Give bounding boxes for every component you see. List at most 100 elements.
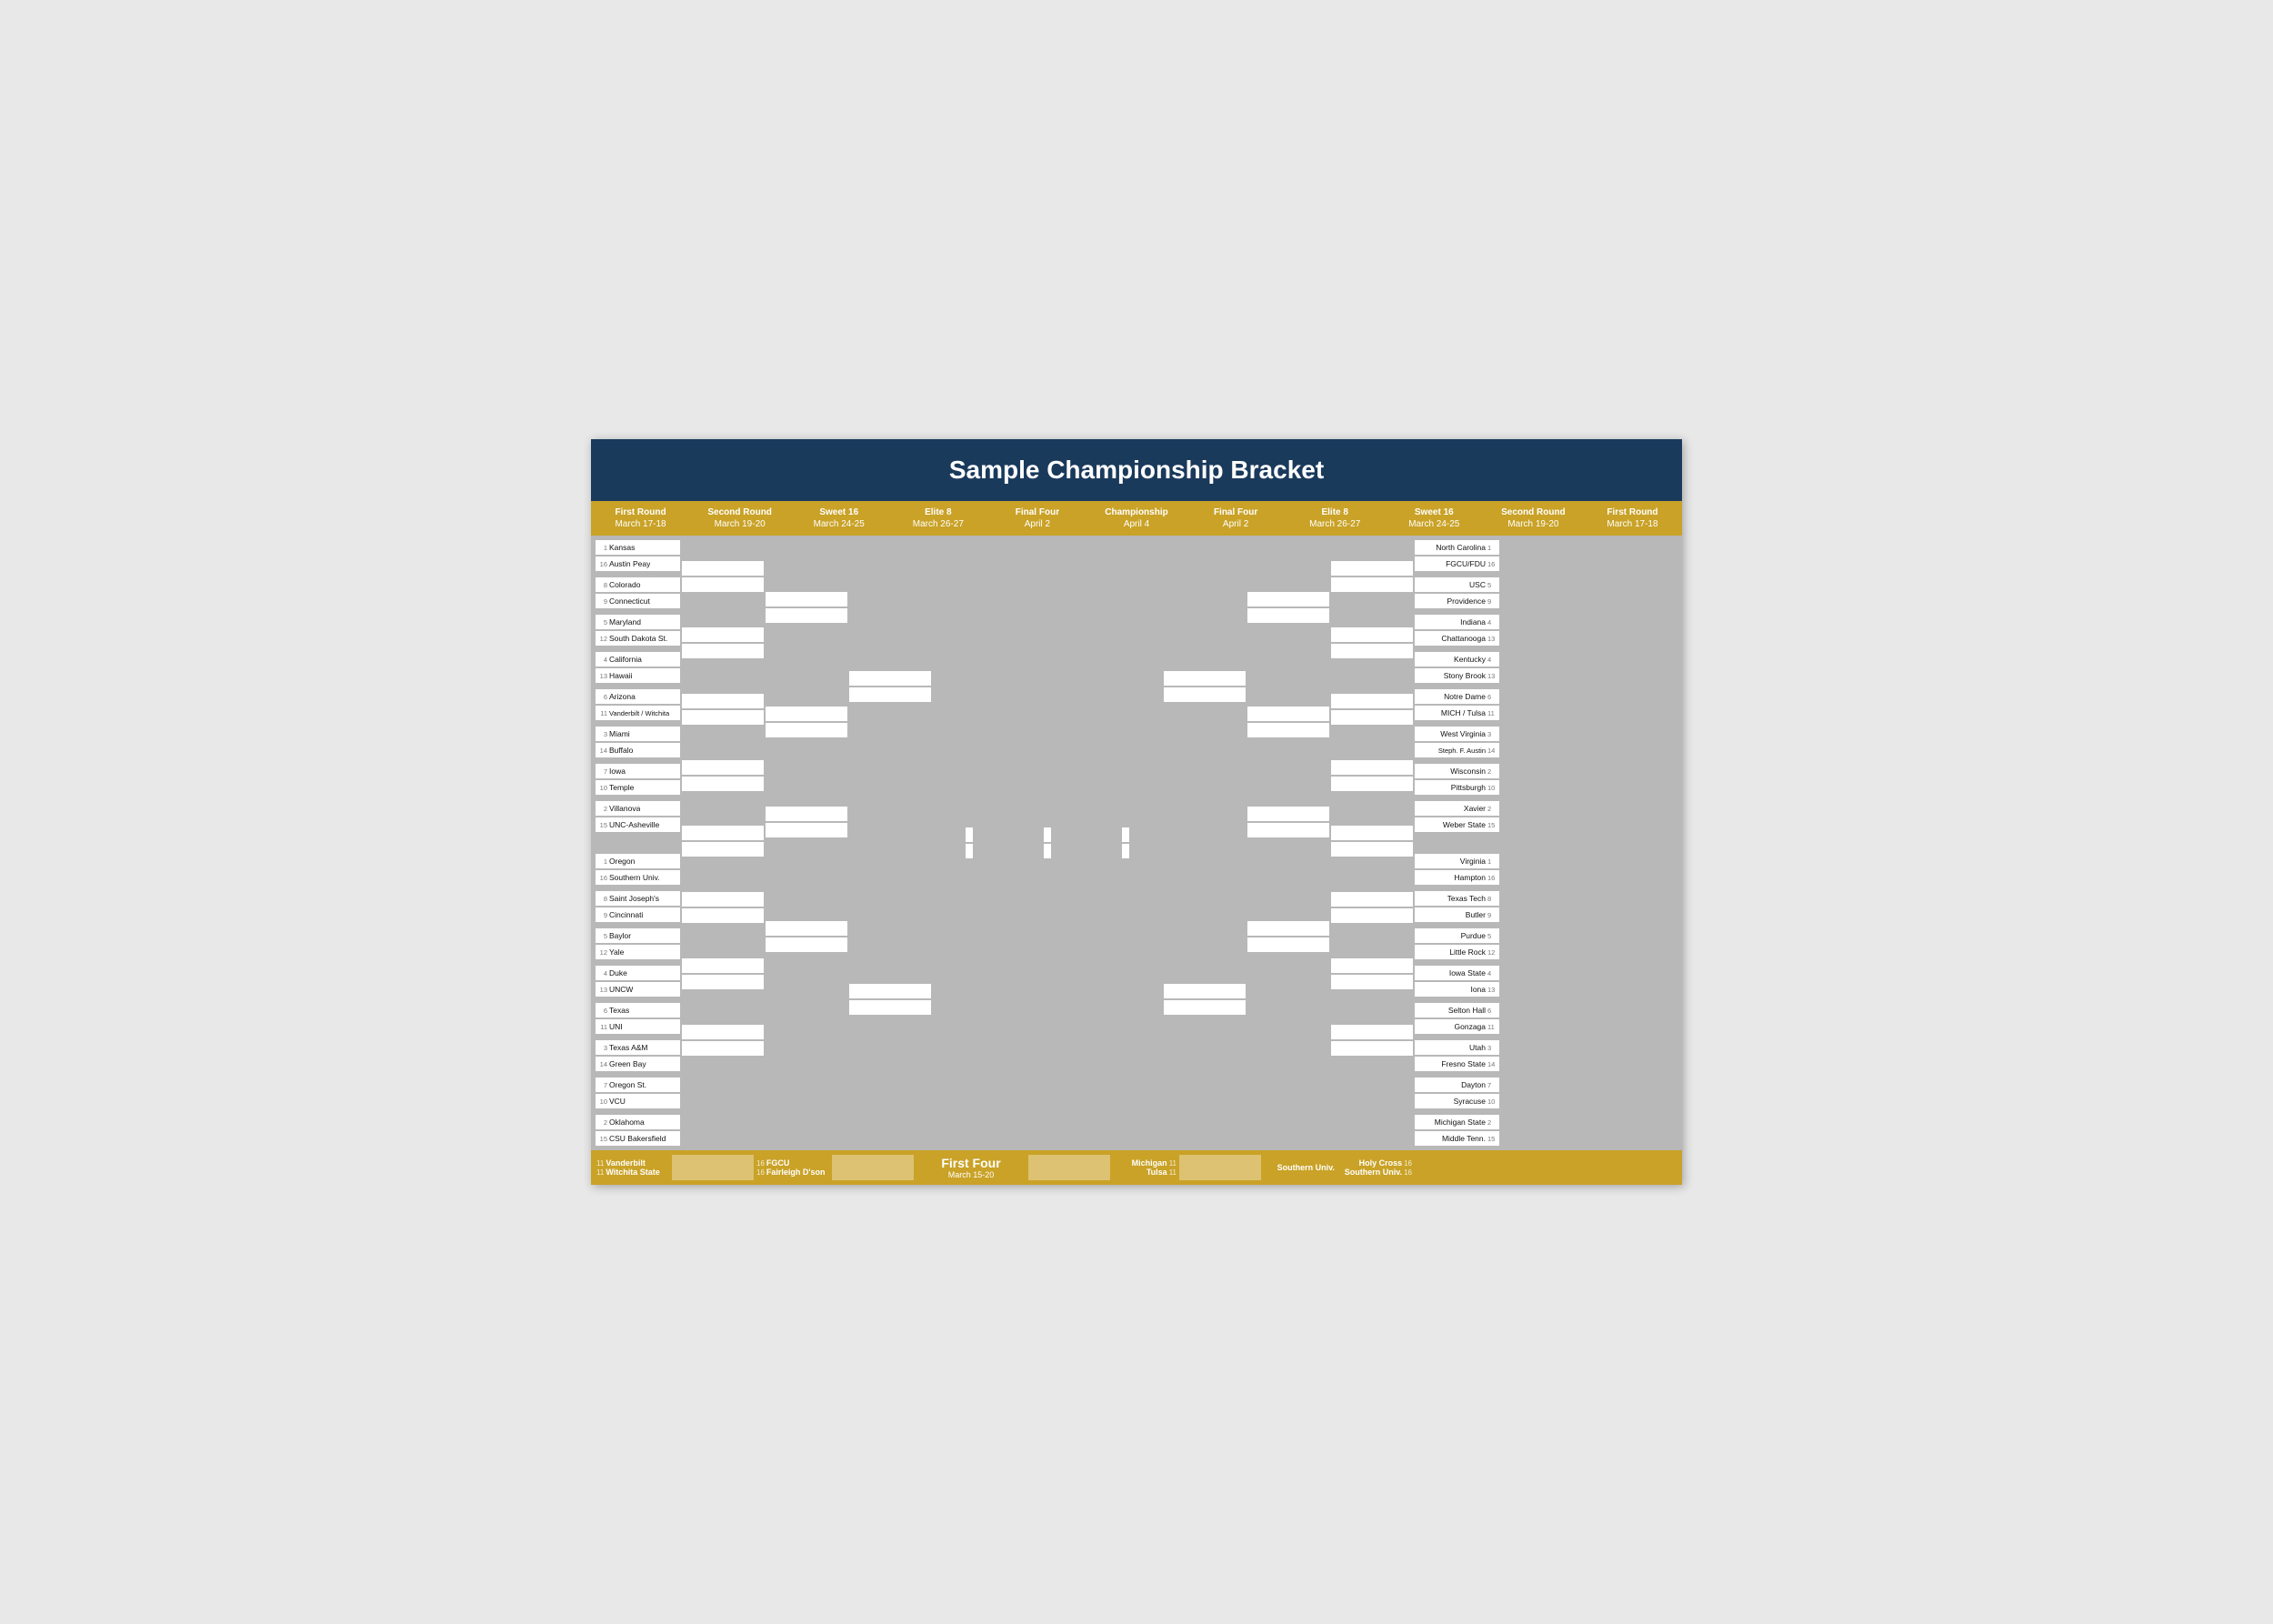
ff-seed-9: 16 bbox=[1404, 1159, 1412, 1168]
game-lr2-7 bbox=[682, 958, 764, 989]
game-l3: 5Maryland 12South Dakota St. bbox=[596, 615, 680, 646]
ff-team-1: Vanderbilt bbox=[606, 1158, 646, 1168]
game-rr1-15: Dayton7 Syracuse10 bbox=[1415, 1078, 1499, 1108]
right-r3 bbox=[1247, 539, 1330, 1147]
team-row: Indiana4 bbox=[1415, 615, 1499, 629]
team-row bbox=[1331, 842, 1413, 857]
team-row: 11Vanderbilt / Witchita bbox=[596, 706, 680, 720]
ff-right-teams-3: Holy Cross 16 Southern Univ. 16 bbox=[1339, 1158, 1412, 1177]
round-header-2: Second RoundMarch 19-20 bbox=[690, 501, 789, 536]
team-row bbox=[1331, 1025, 1413, 1039]
team-row bbox=[849, 984, 931, 998]
ff-box-4 bbox=[1179, 1155, 1261, 1180]
ff-center-label: First Four March 15-20 bbox=[916, 1156, 1026, 1179]
team-row bbox=[1044, 844, 1051, 858]
team-row: 7Oregon St. bbox=[596, 1078, 680, 1092]
team-row: 4California bbox=[596, 652, 680, 667]
round-header-3: Sweet 16March 24-25 bbox=[789, 501, 888, 536]
team-row bbox=[1331, 777, 1413, 791]
team-row: 8Colorado bbox=[596, 577, 680, 592]
team-row bbox=[1331, 892, 1413, 907]
team-row: Dayton7 bbox=[1415, 1078, 1499, 1092]
team-row: 13Hawaii bbox=[596, 668, 680, 683]
team-row bbox=[1331, 627, 1413, 642]
game-rr1-13: Selton Hall6 Gonzaga11 bbox=[1415, 1003, 1499, 1034]
team-row bbox=[1247, 921, 1329, 936]
team-row bbox=[1247, 823, 1329, 837]
game-rr2-5 bbox=[1331, 826, 1413, 857]
team-row: 7Iowa bbox=[596, 764, 680, 778]
round-header-5: Final FourApril 2 bbox=[987, 501, 1086, 536]
team-row bbox=[1331, 826, 1413, 840]
game-l10: 8Saint Joseph's 9Cincinnati bbox=[596, 891, 680, 922]
game-rr1-8: Xavier2 Weber State15 bbox=[1415, 801, 1499, 832]
team-row bbox=[682, 644, 764, 658]
game-rr1-1: North Carolina1 FGCU/FDU16 bbox=[1415, 540, 1499, 571]
game-l7: 7Iowa 10Temple bbox=[596, 764, 680, 795]
right-ff bbox=[1088, 539, 1163, 1147]
team-row: West Virginia3 bbox=[1415, 727, 1499, 741]
team-row: 14Buffalo bbox=[596, 743, 680, 757]
game-rr1-4: Kentucky4 Stony Brook13 bbox=[1415, 652, 1499, 683]
game-rr3-3 bbox=[1247, 807, 1329, 837]
team-row bbox=[1164, 984, 1246, 998]
team-row: Kentucky4 bbox=[1415, 652, 1499, 667]
team-row bbox=[766, 921, 847, 936]
team-row bbox=[1164, 1000, 1246, 1015]
team-row: 14Green Bay bbox=[596, 1057, 680, 1071]
game-l12: 4Duke 13UNCW bbox=[596, 966, 680, 997]
game-l5: 6Arizona 11Vanderbilt / Witchita bbox=[596, 689, 680, 720]
team-row: Virginia1 bbox=[1415, 854, 1499, 868]
team-row: Middle Tenn.15 bbox=[1415, 1131, 1499, 1146]
team-row: Fresno State14 bbox=[1415, 1057, 1499, 1071]
right-r2 bbox=[1330, 539, 1414, 1147]
game-lr2-1 bbox=[682, 561, 764, 592]
ff-team-3: FGCU bbox=[766, 1158, 790, 1168]
game-rr2-3 bbox=[1331, 694, 1413, 725]
game-rr2-7 bbox=[1331, 958, 1413, 989]
center-champ bbox=[1006, 539, 1088, 1147]
team-row: 12South Dakota St. bbox=[596, 631, 680, 646]
team-row bbox=[1247, 707, 1329, 721]
team-row bbox=[1331, 561, 1413, 576]
round-header-7: Final FourApril 2 bbox=[1187, 501, 1286, 536]
game-l6: 3Miami 14Buffalo bbox=[596, 727, 680, 757]
round-header-11: First RoundMarch 17-18 bbox=[1583, 501, 1682, 536]
game-rr1-9: Virginia1 Hampton16 bbox=[1415, 854, 1499, 885]
team-row bbox=[682, 577, 764, 592]
ff-team-9: Holy Cross bbox=[1359, 1158, 1403, 1168]
team-row: Utah3 bbox=[1415, 1040, 1499, 1055]
round-header-8: Elite 8March 26-27 bbox=[1286, 501, 1385, 536]
bracket-container: Sample Championship Bracket First RoundM… bbox=[591, 439, 1682, 1185]
team-row bbox=[1122, 827, 1129, 842]
team-row bbox=[682, 627, 764, 642]
team-row: 6Texas bbox=[596, 1003, 680, 1018]
ff-seed-1: 11 bbox=[596, 1159, 604, 1168]
right-r4 bbox=[1163, 539, 1247, 1147]
first-four-bar: 11 Vanderbilt 11 Witchita State 16 FGCU … bbox=[591, 1150, 1682, 1185]
ff-box-2 bbox=[832, 1155, 914, 1180]
team-row bbox=[766, 592, 847, 606]
team-row: Purdue5 bbox=[1415, 928, 1499, 943]
team-row: 3Texas A&M bbox=[596, 1040, 680, 1055]
team-row bbox=[682, 1041, 764, 1056]
ff-team-4: Fairleigh D'son bbox=[766, 1168, 826, 1177]
team-row: 12Yale bbox=[596, 945, 680, 959]
game-l4: 4California 13Hawaii bbox=[596, 652, 680, 683]
game-rr1-12: Iowa State4 Iona13 bbox=[1415, 966, 1499, 997]
game-rr2-4 bbox=[1331, 760, 1413, 791]
game-champ bbox=[1044, 827, 1051, 858]
team-row bbox=[682, 777, 764, 791]
team-row bbox=[682, 561, 764, 576]
ff-seed-4: 16 bbox=[756, 1168, 765, 1177]
ff-right-teams-2: Southern Univ. bbox=[1264, 1163, 1337, 1172]
round-header-9: Sweet 16March 24-25 bbox=[1385, 501, 1484, 536]
team-row bbox=[1044, 827, 1051, 842]
team-row: 9Cincinnati bbox=[596, 907, 680, 922]
ff-left-teams-2: 16 FGCU 16 Fairleigh D'son bbox=[756, 1158, 829, 1177]
game-rr1-7: Wisconsin2 Pittsburgh10 bbox=[1415, 764, 1499, 795]
game-l8: 2Villanova 15UNC-Asheville bbox=[596, 801, 680, 832]
game-lr3-3 bbox=[766, 807, 847, 837]
team-row bbox=[682, 826, 764, 840]
right-r1: North Carolina1 FGCU/FDU16 USC5 Providen… bbox=[1414, 539, 1500, 1147]
